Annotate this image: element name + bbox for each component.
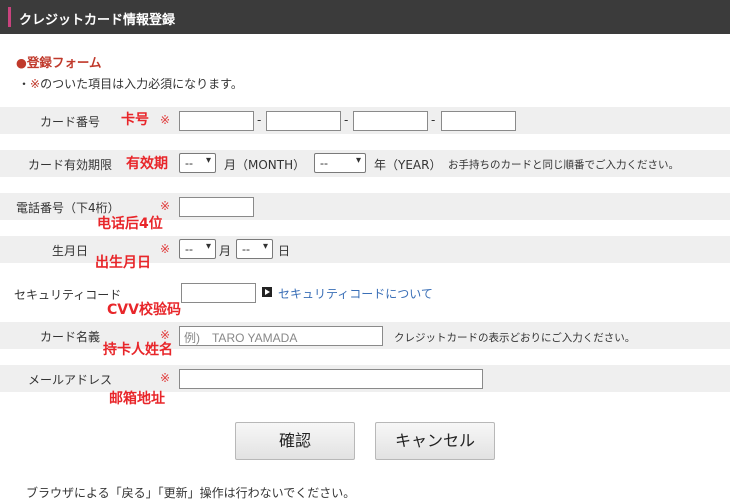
phone-annotation: 电话后4位: [97, 216, 163, 232]
required-note: ・※のついた項目は入力必須になります。: [18, 77, 243, 91]
card-number-separator: -: [431, 113, 436, 127]
email-label: メールアドレス: [28, 373, 113, 387]
expiry-annotation: 有效期: [126, 156, 168, 172]
page-header: クレジットカード情報登録: [0, 0, 730, 34]
arrow-right-icon: [262, 287, 272, 297]
card-number-annotation: 卡号: [121, 112, 149, 128]
card-number-field-2[interactable]: [266, 111, 341, 131]
security-code-field[interactable]: [181, 283, 256, 303]
card-number-label: カード番号: [40, 115, 101, 129]
header-accent-bar: [8, 7, 11, 27]
card-number-separator: -: [344, 113, 349, 127]
birthday-month-select[interactable]: -- ▾: [179, 239, 216, 259]
card-number-field-3[interactable]: [353, 111, 428, 131]
required-mark: ※: [30, 77, 41, 91]
phone-field[interactable]: [179, 197, 254, 217]
birthday-day-select[interactable]: -- ▾: [236, 239, 273, 259]
card-number-field-1[interactable]: [179, 111, 254, 131]
email-annotation: 邮箱地址: [109, 391, 165, 407]
expiry-label: カード有効期限: [28, 158, 113, 172]
expiry-month-select[interactable]: -- ▾: [179, 153, 216, 173]
cancel-button[interactable]: キャンセル: [375, 422, 495, 460]
chevron-down-icon: ▾: [205, 155, 211, 166]
form-title: ●登録フォーム: [16, 55, 102, 70]
card-name-annotation: 持卡人姓名: [103, 342, 173, 358]
card-number-required-mark: ※: [160, 113, 171, 127]
card-number-separator: -: [257, 113, 262, 127]
card-number-field-4[interactable]: [441, 111, 516, 131]
birthday-required-mark: ※: [160, 242, 171, 256]
chevron-down-icon: ▾: [205, 241, 211, 252]
footer-note: ブラウザによる「戻る」「更新」操作は行わないでください。: [26, 486, 356, 500]
expiry-month-label: 月（MONTH）: [224, 158, 306, 172]
card-name-field[interactable]: 例) TARO YAMADA: [179, 326, 383, 346]
security-code-label: セキュリティコード: [14, 288, 122, 302]
birthday-annotation: 出生月日: [95, 255, 151, 271]
email-field[interactable]: [179, 369, 483, 389]
card-name-hint: クレジットカードの表示どおりにご入力ください。: [394, 332, 636, 344]
security-code-link[interactable]: セキュリティコードについて: [278, 285, 433, 302]
phone-required-mark: ※: [160, 199, 171, 213]
security-code-annotation: CVV校验码: [107, 302, 181, 318]
chevron-down-icon: ▾: [262, 241, 268, 252]
email-required-mark: ※: [160, 371, 171, 385]
page-title: クレジットカード情報登録: [19, 13, 176, 28]
expiry-year-select[interactable]: -- ▾: [314, 153, 366, 173]
confirm-button[interactable]: 確認: [235, 422, 355, 460]
birthday-label: 生月日: [52, 244, 89, 258]
chevron-down-icon: ▾: [355, 155, 361, 166]
birthday-month-unit: 月: [219, 244, 232, 258]
expiry-year-label: 年（YEAR）: [374, 158, 442, 172]
birthday-day-unit: 日: [278, 244, 291, 258]
expiry-hint: お手持ちのカードと同じ順番でご入力ください。: [448, 159, 679, 171]
card-name-label: カード名義: [40, 330, 101, 344]
